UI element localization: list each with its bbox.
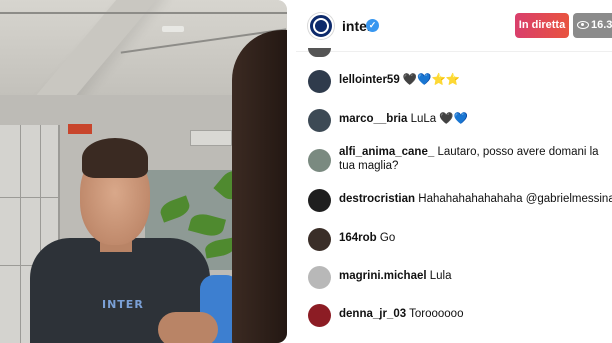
eye-icon — [577, 21, 589, 29]
comment-message: LuLa 🖤💙 — [410, 113, 469, 125]
comment-message: Lula — [429, 270, 452, 282]
live-side-panel: inter ✓ In diretta 16.3 lellointer59 🖤💙⭐… — [296, 0, 612, 343]
viewer-count: 16.3 — [591, 19, 612, 31]
commenter-avatar[interactable] — [308, 228, 331, 251]
video-ceiling-light — [162, 26, 184, 32]
comment-item: magrini.michael Lula — [296, 260, 612, 294]
video-person-right — [232, 30, 287, 343]
comment-username[interactable]: marco__bria — [339, 113, 407, 125]
comment-text: alfi_anima_cane_ Lautaro, posso avere do… — [339, 145, 609, 173]
comment-message: Go — [379, 232, 396, 244]
commenter-avatar[interactable] — [308, 189, 331, 212]
video-person-left-hair — [82, 138, 148, 178]
commenter-avatar[interactable] — [308, 70, 331, 93]
comment-item: lellointer59 🖤💙⭐⭐ — [296, 64, 612, 98]
comment-message: Hahahahahahahaha @gabrielmessina17 — [418, 193, 612, 205]
comment-message: 🖤💙⭐⭐ — [402, 74, 461, 86]
comment-text: lellointer59 🖤💙⭐⭐ — [339, 73, 609, 87]
comment-username[interactable]: magrini.michael — [339, 270, 427, 282]
comment-username[interactable]: denna_jr_03 — [339, 308, 406, 320]
comment-username[interactable]: alfi_anima_cane_ — [339, 146, 434, 158]
comment-text: denna_jr_03 Toroooooo — [339, 307, 609, 321]
live-badge: In diretta — [515, 13, 569, 38]
video-vent — [190, 130, 232, 146]
account-avatar[interactable] — [308, 13, 334, 39]
live-header: inter ✓ In diretta 16.3 — [296, 0, 612, 52]
comment-item: 164rob Go — [296, 222, 612, 256]
avatar-logo-ring — [313, 18, 329, 34]
comment-username[interactable]: 164rob — [339, 232, 377, 244]
locker-divider — [0, 197, 60, 198]
comment-text: 164rob Go — [339, 231, 609, 245]
video-pipe — [0, 12, 287, 14]
live-video-frame: INTER — [0, 0, 287, 343]
video-shirt-logo: INTER — [102, 298, 144, 311]
comment-item: alfi_anima_cane_ Lautaro, posso avere do… — [296, 143, 612, 177]
comment-text: destrocristian Hahahahahahahaha @gabriel… — [339, 192, 612, 206]
commenter-avatar[interactable] — [308, 109, 331, 132]
comment-item: denna_jr_03 Toroooooo — [296, 298, 612, 332]
comment-message: Toroooooo — [409, 308, 464, 320]
comment-avatar-partial — [308, 48, 331, 57]
comment-item: destrocristian Hahahahahahahaha @gabriel… — [296, 183, 612, 217]
comment-username[interactable]: lellointer59 — [339, 74, 400, 86]
viewer-count-badge[interactable]: 16.3 — [573, 13, 612, 38]
comment-text: magrini.michael Lula — [339, 269, 609, 283]
comment-username[interactable]: destrocristian — [339, 193, 415, 205]
locker-divider — [20, 125, 21, 343]
comment-item: marco__bria LuLa 🖤💙 — [296, 103, 612, 137]
video-person-left-arm — [158, 312, 218, 343]
comments-list[interactable]: lellointer59 🖤💙⭐⭐ marco__bria LuLa 🖤💙 al… — [296, 48, 612, 343]
comment-text: marco__bria LuLa 🖤💙 — [339, 112, 609, 126]
video-exit-sign — [68, 124, 92, 134]
commenter-avatar[interactable] — [308, 304, 331, 327]
verified-badge-icon: ✓ — [366, 19, 379, 32]
commenter-avatar[interactable] — [308, 149, 331, 172]
commenter-avatar[interactable] — [308, 266, 331, 289]
